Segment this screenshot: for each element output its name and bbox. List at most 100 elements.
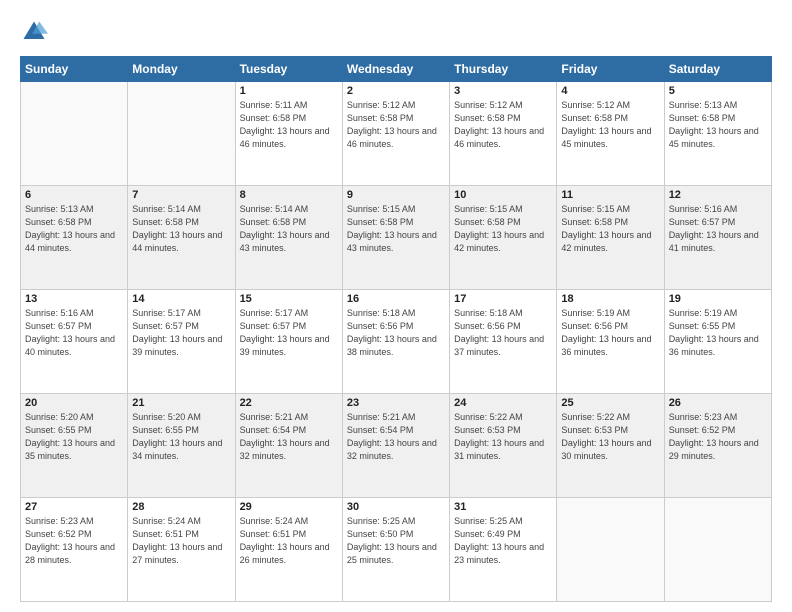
calendar-header-thursday: Thursday [450, 57, 557, 82]
calendar-week-row: 27 Sunrise: 5:23 AM Sunset: 6:52 PM Dayli… [21, 498, 772, 602]
table-row: 3Sunrise: 5:12 AM Sunset: 6:58 PM Daylig… [450, 82, 557, 186]
table-row: 23 Sunrise: 5:21 AM Sunset: 6:54 PM Dayli… [342, 394, 449, 498]
day-number: 15 [240, 293, 338, 305]
cell-text: Sunrise: 5:14 AM Sunset: 6:58 PM Dayligh… [240, 203, 338, 255]
day-number: 25 [561, 397, 659, 409]
cell-text: Sunrise: 5:21 AM Sunset: 6:54 PM Dayligh… [347, 411, 445, 463]
table-row: 7 Sunrise: 5:14 AM Sunset: 6:58 PM Daylig… [128, 186, 235, 290]
calendar-week-row: 13 Sunrise: 5:16 AM Sunset: 6:57 PM Dayli… [21, 290, 772, 394]
table-row [21, 82, 128, 186]
logo [20, 18, 52, 46]
day-number: 12 [669, 189, 767, 201]
cell-text: Sunrise: 5:22 AM Sunset: 6:53 PM Dayligh… [561, 411, 659, 463]
day-number: 6 [25, 189, 123, 201]
day-number: 4 [561, 85, 659, 97]
cell-text: Sunrise: 5:18 AM Sunset: 6:56 PM Dayligh… [347, 307, 445, 359]
day-number: 14 [132, 293, 230, 305]
cell-text: Sunrise: 5:20 AM Sunset: 6:55 PM Dayligh… [132, 411, 230, 463]
cell-text: Sunrise: 5:24 AM Sunset: 6:51 PM Dayligh… [240, 515, 338, 567]
table-row: 5 Sunrise: 5:13 AM Sunset: 6:58 PM Daylig… [664, 82, 771, 186]
cell-text: Sunrise: 5:23 AM Sunset: 6:52 PM Dayligh… [669, 411, 767, 463]
day-number: 5 [669, 85, 767, 97]
table-row: 12 Sunrise: 5:16 AM Sunset: 6:57 PM Dayli… [664, 186, 771, 290]
day-number: 18 [561, 293, 659, 305]
day-number: 13 [25, 293, 123, 305]
table-row: 2Sunrise: 5:12 AM Sunset: 6:58 PM Daylig… [342, 82, 449, 186]
cell-text: Sunrise: 5:13 AM Sunset: 6:58 PM Dayligh… [25, 203, 123, 255]
cell-text: Sunrise: 5:14 AM Sunset: 6:58 PM Dayligh… [132, 203, 230, 255]
calendar-week-row: 1 Sunrise: 5:11 AM Sunset: 6:58 PM Daylig… [21, 82, 772, 186]
table-row [664, 498, 771, 602]
calendar-header-row: SundayMondayTuesdayWednesdayThursdayFrid… [21, 57, 772, 82]
header [20, 18, 772, 46]
cell-text: Sunrise: 5:16 AM Sunset: 6:57 PM Dayligh… [25, 307, 123, 359]
cell-text: Sunrise: 5:21 AM Sunset: 6:54 PM Dayligh… [240, 411, 338, 463]
table-row: 25 Sunrise: 5:22 AM Sunset: 6:53 PM Dayli… [557, 394, 664, 498]
table-row: 24 Sunrise: 5:22 AM Sunset: 6:53 PM Dayli… [450, 394, 557, 498]
calendar-header-tuesday: Tuesday [235, 57, 342, 82]
table-row: 28Sunrise: 5:24 AM Sunset: 6:51 PM Dayli… [128, 498, 235, 602]
table-row: 13 Sunrise: 5:16 AM Sunset: 6:57 PM Dayli… [21, 290, 128, 394]
table-row: 4 Sunrise: 5:12 AM Sunset: 6:58 PM Daylig… [557, 82, 664, 186]
table-row: 29 Sunrise: 5:24 AM Sunset: 6:51 PM Dayli… [235, 498, 342, 602]
day-number: 1 [240, 85, 338, 97]
cell-text: Sunrise: 5:12 AM Sunset: 6:58 PM Dayligh… [454, 99, 552, 151]
day-number: 16 [347, 293, 445, 305]
table-row: 14 Sunrise: 5:17 AM Sunset: 6:57 PM Dayli… [128, 290, 235, 394]
table-row [128, 82, 235, 186]
cell-text: Sunrise: 5:13 AM Sunset: 6:58 PM Dayligh… [669, 99, 767, 151]
table-row: 6 Sunrise: 5:13 AM Sunset: 6:58 PM Daylig… [21, 186, 128, 290]
cell-text: Sunrise: 5:16 AM Sunset: 6:57 PM Dayligh… [669, 203, 767, 255]
cell-text: Sunrise: 5:19 AM Sunset: 6:55 PM Dayligh… [669, 307, 767, 359]
calendar-week-row: 6 Sunrise: 5:13 AM Sunset: 6:58 PM Daylig… [21, 186, 772, 290]
table-row: 9 Sunrise: 5:15 AM Sunset: 6:58 PM Daylig… [342, 186, 449, 290]
cell-text: Sunrise: 5:12 AM Sunset: 6:58 PM Dayligh… [561, 99, 659, 151]
table-row: 1 Sunrise: 5:11 AM Sunset: 6:58 PM Daylig… [235, 82, 342, 186]
day-number: 11 [561, 189, 659, 201]
table-row: 8Sunrise: 5:14 AM Sunset: 6:58 PM Daylig… [235, 186, 342, 290]
calendar-header-friday: Friday [557, 57, 664, 82]
day-number: 22 [240, 397, 338, 409]
day-number: 9 [347, 189, 445, 201]
cell-text: Sunrise: 5:24 AM Sunset: 6:51 PM Dayligh… [132, 515, 230, 567]
calendar-page: SundayMondayTuesdayWednesdayThursdayFrid… [0, 0, 792, 612]
cell-text: Sunrise: 5:23 AM Sunset: 6:52 PM Dayligh… [25, 515, 123, 567]
cell-text: Sunrise: 5:22 AM Sunset: 6:53 PM Dayligh… [454, 411, 552, 463]
table-row: 21Sunrise: 5:20 AM Sunset: 6:55 PM Dayli… [128, 394, 235, 498]
day-number: 26 [669, 397, 767, 409]
cell-text: Sunrise: 5:15 AM Sunset: 6:58 PM Dayligh… [454, 203, 552, 255]
cell-text: Sunrise: 5:11 AM Sunset: 6:58 PM Dayligh… [240, 99, 338, 151]
table-row: 17Sunrise: 5:18 AM Sunset: 6:56 PM Dayli… [450, 290, 557, 394]
cell-text: Sunrise: 5:17 AM Sunset: 6:57 PM Dayligh… [240, 307, 338, 359]
day-number: 17 [454, 293, 552, 305]
day-number: 20 [25, 397, 123, 409]
cell-text: Sunrise: 5:15 AM Sunset: 6:58 PM Dayligh… [561, 203, 659, 255]
day-number: 27 [25, 501, 123, 513]
cell-text: Sunrise: 5:17 AM Sunset: 6:57 PM Dayligh… [132, 307, 230, 359]
table-row [557, 498, 664, 602]
day-number: 19 [669, 293, 767, 305]
day-number: 7 [132, 189, 230, 201]
table-row: 30 Sunrise: 5:25 AM Sunset: 6:50 PM Dayli… [342, 498, 449, 602]
table-row: 16 Sunrise: 5:18 AM Sunset: 6:56 PM Dayli… [342, 290, 449, 394]
day-number: 23 [347, 397, 445, 409]
table-row: 18Sunrise: 5:19 AM Sunset: 6:56 PM Dayli… [557, 290, 664, 394]
cell-text: Sunrise: 5:20 AM Sunset: 6:55 PM Dayligh… [25, 411, 123, 463]
cell-text: Sunrise: 5:25 AM Sunset: 6:49 PM Dayligh… [454, 515, 552, 567]
day-number: 30 [347, 501, 445, 513]
day-number: 10 [454, 189, 552, 201]
day-number: 31 [454, 501, 552, 513]
calendar-header-wednesday: Wednesday [342, 57, 449, 82]
calendar-header-sunday: Sunday [21, 57, 128, 82]
table-row: 27 Sunrise: 5:23 AM Sunset: 6:52 PM Dayli… [21, 498, 128, 602]
day-number: 29 [240, 501, 338, 513]
table-row: 31 Sunrise: 5:25 AM Sunset: 6:49 PM Dayli… [450, 498, 557, 602]
table-row: 11 Sunrise: 5:15 AM Sunset: 6:58 PM Dayli… [557, 186, 664, 290]
calendar-week-row: 20 Sunrise: 5:20 AM Sunset: 6:55 PM Dayli… [21, 394, 772, 498]
cell-text: Sunrise: 5:25 AM Sunset: 6:50 PM Dayligh… [347, 515, 445, 567]
table-row: 22 Sunrise: 5:21 AM Sunset: 6:54 PM Dayli… [235, 394, 342, 498]
table-row: 26 Sunrise: 5:23 AM Sunset: 6:52 PM Dayli… [664, 394, 771, 498]
cell-text: Sunrise: 5:15 AM Sunset: 6:58 PM Dayligh… [347, 203, 445, 255]
calendar-header-monday: Monday [128, 57, 235, 82]
day-number: 24 [454, 397, 552, 409]
